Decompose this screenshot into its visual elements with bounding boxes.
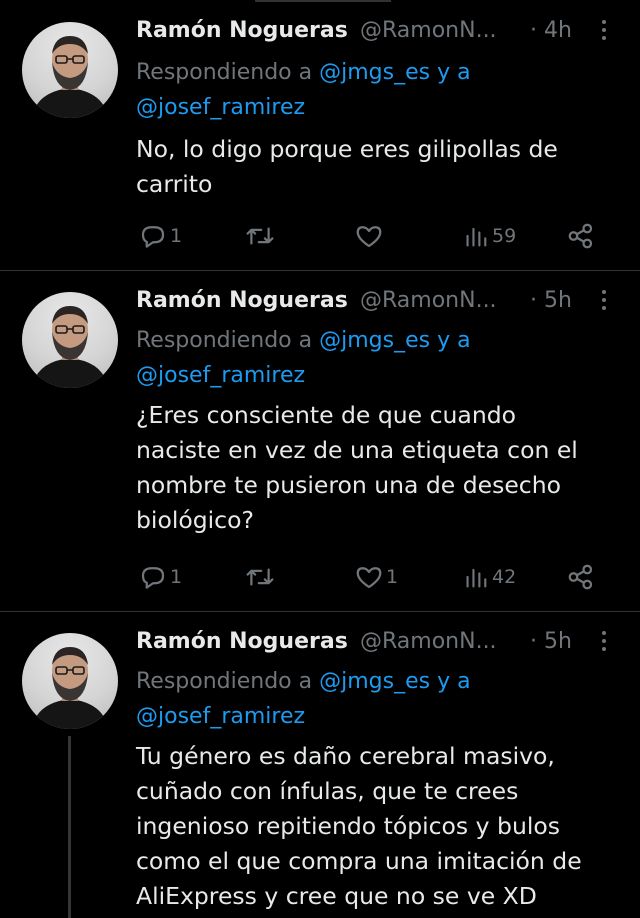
views-button[interactable]: 42 [464, 562, 516, 592]
tweet[interactable]: Ramón Nogueras @RamonN... · 5h Respondie… [0, 612, 640, 918]
views-count: 42 [492, 566, 517, 588]
reply-icon [138, 562, 168, 592]
share-icon [566, 562, 596, 592]
mention-conjunction: y a [437, 328, 471, 353]
avatar[interactable] [22, 633, 118, 729]
like-count: 1 [386, 566, 399, 588]
replying-to: Respondiendo a @jmgs_es y a @josef_ramir… [136, 323, 616, 393]
author-name[interactable]: Ramón Nogueras [136, 629, 348, 654]
avatar[interactable] [22, 22, 118, 118]
views-icon [464, 221, 490, 251]
author-name[interactable]: Ramón Nogueras [136, 18, 348, 43]
action-bar: 1 59 [136, 221, 606, 251]
retweet-icon [244, 221, 276, 251]
tweet-header: Ramón Nogueras @RamonN... · 5h [136, 288, 622, 322]
more-icon[interactable] [602, 631, 608, 655]
tweet-text-line: AliExpress y cree que no se ve XD [136, 882, 537, 910]
like-button[interactable] [354, 221, 384, 251]
tweet-text: ¿Eres consciente de que cuando naciste e… [136, 398, 606, 538]
mention-link[interactable]: @jmgs_es [319, 328, 430, 353]
retweet-icon [244, 562, 276, 592]
thread-connector [68, 736, 71, 918]
reply-count: 1 [170, 225, 183, 247]
timestamp[interactable]: · 5h [530, 629, 572, 654]
like-icon [354, 562, 384, 592]
reply-button[interactable]: 1 [138, 562, 182, 592]
tweet-text-line: Tu género es daño cerebral masivo, [136, 742, 555, 770]
timestamp[interactable]: · 4h [530, 18, 572, 43]
action-bar: 1 1 42 [136, 562, 606, 592]
mention-link[interactable]: @jmgs_es [319, 669, 430, 694]
more-icon[interactable] [602, 20, 608, 44]
mention-link[interactable]: @josef_ramirez [136, 363, 305, 388]
tweet-text-line: ingenioso repitiendo tópicos y bulos [136, 812, 560, 840]
tweet-text-line: carrito [136, 170, 213, 198]
replying-to: Respondiendo a @jmgs_es y a @josef_ramir… [136, 55, 616, 125]
reply-button[interactable]: 1 [138, 221, 182, 251]
mention-link[interactable]: @josef_ramirez [136, 95, 305, 120]
reply-icon [138, 221, 168, 251]
tweet-text: No, lo digo porque eres gilipollas de ca… [136, 132, 606, 202]
views-button[interactable]: 59 [464, 221, 516, 251]
avatar[interactable] [22, 292, 118, 388]
views-count: 59 [492, 225, 517, 247]
tweet-text-line: No, lo digo porque eres gilipollas de [136, 135, 558, 163]
tweet-header: Ramón Nogueras @RamonN... · 4h [136, 18, 622, 52]
tweet-text-line: naciste en vez de una etiqueta con el [136, 436, 578, 464]
tweet-text: Tu género es daño cerebral masivo, cuñad… [136, 739, 606, 914]
like-icon [354, 221, 384, 251]
replying-prefix: Respondiendo a [136, 328, 313, 353]
tweet[interactable]: Ramón Nogueras @RamonN... · 4h Respondie… [0, 0, 640, 270]
share-icon [566, 221, 596, 251]
tweet-text-line: ¿Eres consciente de que cuando [136, 401, 517, 429]
mention-link[interactable]: @jmgs_es [319, 60, 430, 85]
reply-count: 1 [170, 566, 183, 588]
tweet-header: Ramón Nogueras @RamonN... · 5h [136, 629, 622, 663]
retweet-button[interactable] [244, 221, 276, 251]
replying-prefix: Respondiendo a [136, 60, 313, 85]
author-handle[interactable]: @RamonN... [360, 18, 497, 43]
tweet[interactable]: Ramón Nogueras @RamonN... · 5h Respondie… [0, 271, 640, 611]
tweet-text-line: cuñado con ínfulas, que te crees [136, 777, 519, 805]
mention-conjunction: y a [437, 669, 471, 694]
share-button[interactable] [566, 221, 596, 251]
more-icon[interactable] [602, 290, 608, 314]
retweet-button[interactable] [244, 562, 276, 592]
timestamp[interactable]: · 5h [530, 288, 572, 313]
tweet-text-line: nombre te pusieron una de desecho [136, 471, 561, 499]
replying-to: Respondiendo a @jmgs_es y a @josef_ramir… [136, 664, 616, 734]
views-icon [464, 562, 490, 592]
mention-conjunction: y a [437, 60, 471, 85]
replying-prefix: Respondiendo a [136, 669, 313, 694]
mention-link[interactable]: @josef_ramirez [136, 704, 305, 729]
author-name[interactable]: Ramón Nogueras [136, 288, 348, 313]
share-button[interactable] [566, 562, 596, 592]
author-handle[interactable]: @RamonN... [360, 288, 497, 313]
tweet-text-line: biológico? [136, 506, 254, 534]
like-button[interactable]: 1 [354, 562, 398, 592]
author-handle[interactable]: @RamonN... [360, 629, 497, 654]
tweet-text-line: como el que compra una imitación de [136, 847, 582, 875]
